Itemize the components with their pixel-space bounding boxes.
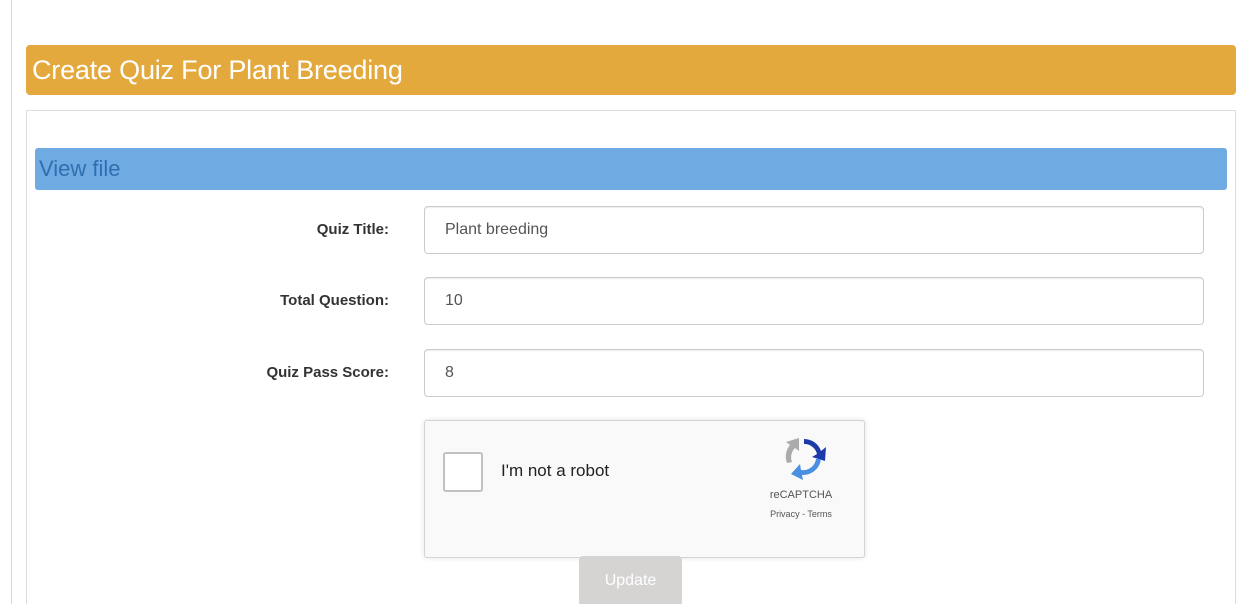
total-question-input[interactable] <box>424 277 1204 325</box>
quiz-title-input[interactable] <box>424 206 1204 254</box>
quiz-form-panel: View file Quiz Title: Total Question: Qu… <box>26 110 1236 604</box>
pass-score-label: Quiz Pass Score: <box>266 364 389 381</box>
quiz-title-row: Quiz Title: <box>27 206 1237 254</box>
recaptcha-label: I'm not a robot <box>501 461 610 480</box>
total-question-label: Total Question: <box>280 292 389 309</box>
recaptcha-widget: I'm not a robot reCAPTCHA Privacy - Term… <box>424 420 865 558</box>
recaptcha-links: Privacy - Terms <box>743 509 859 519</box>
recaptcha-terms-link[interactable]: Terms <box>807 509 832 519</box>
recaptcha-logo-icon <box>785 438 826 480</box>
recaptcha-brand: reCAPTCHA <box>769 489 833 501</box>
page: Create Quiz For Plant Breeding View file… <box>0 0 1248 604</box>
page-header: Create Quiz For Plant Breeding <box>26 45 1236 95</box>
recaptcha-checkbox[interactable] <box>443 452 483 492</box>
section-header: View file <box>35 148 1227 190</box>
recaptcha-privacy-link[interactable]: Privacy <box>770 509 800 519</box>
quiz-title-label: Quiz Title: <box>316 221 389 238</box>
pass-score-row: Quiz Pass Score: <box>27 349 1237 397</box>
pass-score-input[interactable] <box>424 349 1204 397</box>
section-title: View file <box>39 156 121 181</box>
page-title: Create Quiz For Plant Breeding <box>32 54 403 85</box>
total-question-row: Total Question: <box>27 277 1237 325</box>
left-divider <box>11 0 12 604</box>
update-button[interactable]: Update <box>579 556 682 604</box>
